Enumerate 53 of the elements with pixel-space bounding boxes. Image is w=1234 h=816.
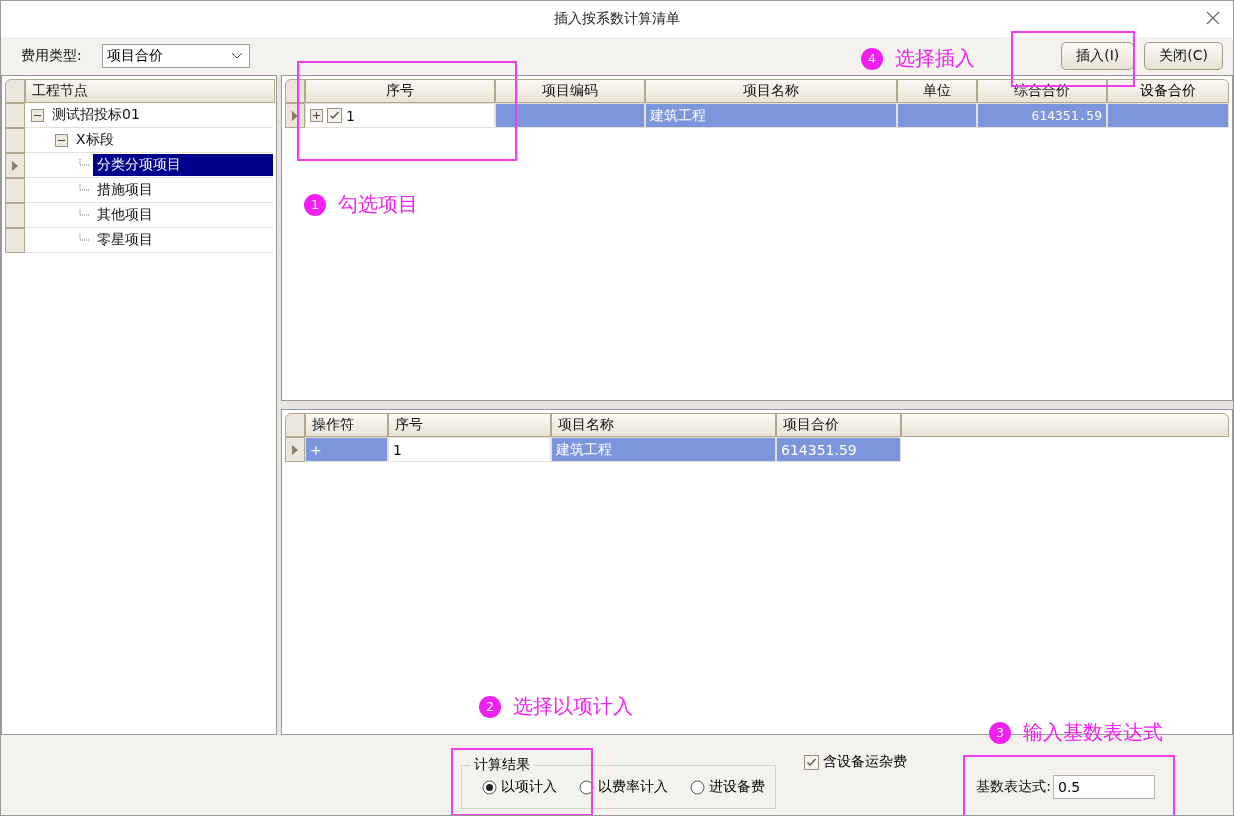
collapse-icon[interactable] <box>55 133 68 147</box>
table-cell: 1 <box>305 103 495 128</box>
table-cell: 614351.59 <box>776 437 901 462</box>
column-header: 项目名称 <box>551 413 776 437</box>
group-title: 计算结果 <box>470 756 534 774</box>
tree-node[interactable]: 零星项目 <box>93 229 273 251</box>
collapse-icon[interactable] <box>31 108 44 122</box>
tree-node[interactable]: 其他项目 <box>93 204 273 226</box>
column-header: 项目编码 <box>495 79 645 103</box>
chevron-down-icon <box>230 52 243 60</box>
radio-label: 以项计入 <box>501 778 557 796</box>
radio-label: 以费率计入 <box>598 778 668 796</box>
table-cell: 1 <box>388 437 551 462</box>
column-header: 序号 <box>388 413 551 437</box>
radio-button[interactable] <box>482 779 497 795</box>
row-pointer-icon <box>292 444 298 455</box>
column-header: 操作符 <box>305 413 388 437</box>
column-header: 项目合价 <box>776 413 901 437</box>
insert-button[interactable]: 插入(I) <box>1061 42 1135 70</box>
tree-node[interactable]: 分类分项项目 <box>93 154 273 176</box>
expression-field[interactable]: 0.5 <box>1053 775 1155 799</box>
fee-type-label: 费用类型: <box>21 47 82 65</box>
annotation-text: 输入基数表达式 <box>1023 719 1163 746</box>
header-corner <box>5 79 25 103</box>
annotation-text: 勾选项目 <box>338 191 418 218</box>
column-header: 项目名称 <box>645 79 897 103</box>
checkbox[interactable] <box>804 754 819 770</box>
column-header: 单位 <box>897 79 977 103</box>
fee-type-dropdown[interactable]: 项目合价 <box>101 44 250 68</box>
tree-node[interactable]: 测试招投标01 <box>48 104 144 126</box>
column-header: 序号 <box>305 79 495 103</box>
row-pointer-icon <box>12 160 18 171</box>
table-cell: 614351.59 <box>977 103 1107 128</box>
tree-node[interactable]: X标段 <box>72 129 118 151</box>
checkbox-label: 含设备运杂费 <box>823 753 907 771</box>
expand-icon[interactable] <box>310 109 323 122</box>
checkbox[interactable] <box>327 108 342 123</box>
column-header: 工程节点 <box>25 79 275 103</box>
expression-label: 基数表达式: <box>976 778 1051 796</box>
radio-button[interactable] <box>690 779 705 795</box>
annotation-text: 选择插入 <box>895 45 975 72</box>
close-dialog-button[interactable]: 关闭(C) <box>1144 42 1223 70</box>
tree-node[interactable]: 措施项目 <box>93 179 273 201</box>
radio-label: 进设备费 <box>709 778 765 796</box>
annotation-text: 选择以项计入 <box>513 693 633 720</box>
window-title: 插入按系数计算清单 <box>554 10 680 28</box>
column-header: 设备合价 <box>1107 79 1229 103</box>
row-pointer-icon <box>292 110 298 121</box>
step-number-badge: 4 <box>861 47 883 70</box>
radio-button[interactable] <box>579 779 594 795</box>
table-cell: 建筑工程 <box>551 437 776 462</box>
table-cell: 建筑工程 <box>645 103 897 128</box>
table-cell: + <box>305 437 388 462</box>
